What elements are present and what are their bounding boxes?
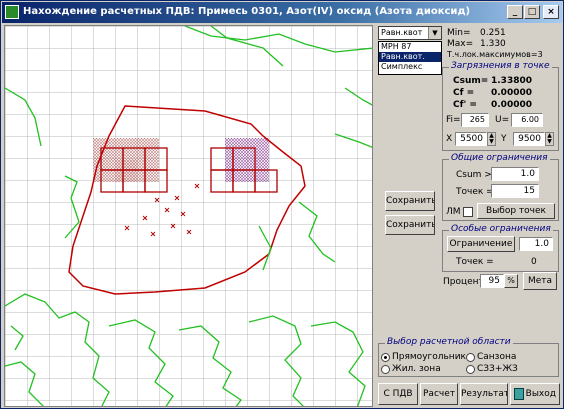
fi-label: Fi= [446, 115, 461, 125]
mode-option-quota[interactable]: Равн.квот. [379, 52, 441, 62]
y-label: Y [501, 134, 507, 144]
calculate-button[interactable]: Расчет [420, 383, 458, 405]
mode-option-mrn[interactable]: МРН 87 [379, 42, 441, 52]
percent-label: Процент [443, 277, 484, 287]
y-field[interactable]: 9500 [513, 132, 545, 146]
mode-option-simplex[interactable]: Симплекс [379, 62, 441, 72]
map-canvas[interactable] [4, 25, 373, 407]
with-pdv-button[interactable]: С ПДВ [378, 383, 418, 405]
max-value: 1.330 [480, 39, 506, 49]
area-label-living: Жил. зона [392, 364, 441, 374]
area-radio-rectangle[interactable] [381, 353, 390, 362]
lm-label: ЛМ [446, 207, 461, 217]
exit-button[interactable]: Выход [510, 383, 560, 405]
area-radio-living[interactable] [381, 365, 390, 374]
app-icon [5, 5, 19, 19]
lm-checkbox[interactable] [463, 207, 473, 217]
general-csum-field[interactable]: 1.0 [491, 167, 539, 181]
map-drawing [5, 26, 372, 406]
area-label-rectangle: Прямоугольник [392, 352, 466, 362]
general-csum-label: Csum > [456, 170, 492, 180]
limit-button[interactable]: Ограничение [447, 236, 515, 252]
percent-button[interactable]: % [504, 274, 518, 288]
x-spin[interactable]: ▲ ▼ [487, 132, 496, 146]
general-points-label: Точек = [456, 187, 494, 197]
area-label-sanzone: Санзона [477, 352, 517, 362]
save-button-2[interactable]: Сохранить [385, 215, 435, 235]
mode-dropdown-list[interactable]: МРН 87 Равн.квот. Симплекс [378, 41, 442, 75]
save-button-1[interactable]: Сохранить [385, 191, 435, 211]
minimize-button[interactable]: _ [507, 5, 523, 19]
main-window: Нахождение расчетных ПДВ: Примесь 0301, … [0, 0, 564, 409]
fi-field[interactable]: 265 [461, 113, 489, 127]
select-points-button[interactable]: Выбор точек [477, 203, 555, 219]
csum-label: Csum= [453, 76, 489, 86]
max-label: Max= [447, 39, 474, 49]
y-spin[interactable]: ▲ ▼ [545, 132, 554, 146]
window-title: Нахождение расчетных ПДВ: Примесь 0301, … [23, 6, 471, 17]
area-radio-szz[interactable] [466, 365, 475, 374]
x-field[interactable]: 5500 [455, 132, 487, 146]
min-label: Min= [447, 28, 471, 38]
general-points-field[interactable]: 15 [491, 184, 539, 198]
exit-icon [514, 388, 524, 400]
meta-button[interactable]: Мета [523, 272, 557, 290]
area-group-title: Выбор расчетной области [385, 337, 513, 347]
mode-select[interactable]: Равн.квот ▼ [378, 26, 442, 40]
csum-value: 1.33800 [491, 76, 532, 86]
mode-select-value: Равн.квот [381, 28, 423, 37]
exit-button-label: Выход [525, 389, 556, 399]
limit-field[interactable]: 1.0 [519, 237, 553, 251]
special-points-label: Точек = [456, 257, 494, 267]
area-label-szz: СЗЗ+ЖЗ [477, 364, 518, 374]
cf2-label: Cf' = [453, 100, 477, 110]
title-bar: Нахождение расчетных ПДВ: Примесь 0301, … [2, 2, 562, 23]
chevron-down-icon[interactable]: ▼ [428, 27, 441, 39]
percent-field[interactable]: 95 [480, 274, 504, 288]
special-group-title: Особые ограничения [449, 224, 553, 234]
u-field[interactable]: 6.00 [511, 113, 543, 127]
point-group-title: Загрязнения в точке [449, 61, 552, 71]
min-value: 0.251 [480, 28, 506, 38]
cf2-value: 0.00000 [491, 100, 532, 110]
max-points-label: Т.ч.лок.максимумов=3 [447, 50, 543, 59]
special-points-value: 0 [531, 257, 537, 267]
x-label: X [446, 134, 453, 144]
u-label: U= [495, 115, 510, 125]
general-group-title: Общие ограничения [449, 153, 550, 163]
result-button[interactable]: Результат [460, 383, 508, 405]
cf-value: 0.00000 [491, 88, 532, 98]
area-radio-sanzone[interactable] [466, 353, 475, 362]
cf-label: Cf = [453, 88, 475, 98]
maximize-button[interactable]: □ [524, 5, 540, 19]
close-button[interactable]: × [543, 5, 559, 19]
